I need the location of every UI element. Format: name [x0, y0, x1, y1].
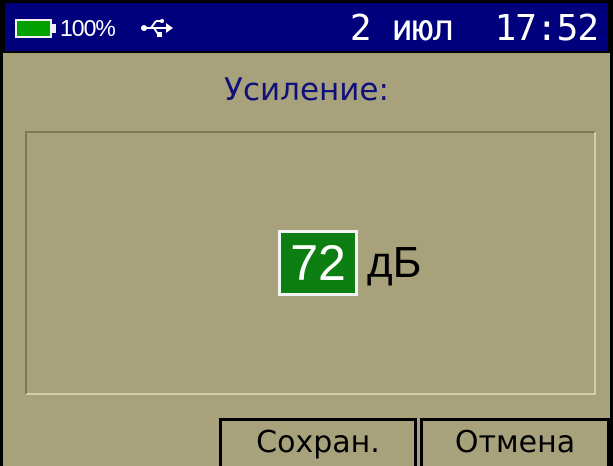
status-bar: 100% 2 июл 17:52 — [3, 0, 610, 53]
page-title: Усиление: — [224, 72, 389, 108]
gain-panel: 72 дБ — [25, 131, 596, 395]
battery-icon-tip — [52, 24, 56, 33]
gain-value: 72 — [281, 233, 355, 293]
time: 17:52 — [494, 8, 599, 49]
battery-percent: 100% — [60, 15, 116, 41]
date: 2 июл — [349, 8, 454, 49]
usb-icon — [141, 19, 173, 37]
date-time: 2 июл 17:52 — [349, 8, 599, 49]
gain-value-field[interactable]: 72 — [278, 230, 358, 296]
save-button[interactable]: Сохран. — [219, 418, 417, 466]
device-screen: 100% 2 июл 17:52 Усиление: 72 дБ Сохран.… — [0, 0, 613, 466]
battery-icon — [15, 19, 52, 38]
gain-unit: дБ — [367, 238, 422, 287]
cancel-button[interactable]: Отмена — [420, 418, 610, 466]
